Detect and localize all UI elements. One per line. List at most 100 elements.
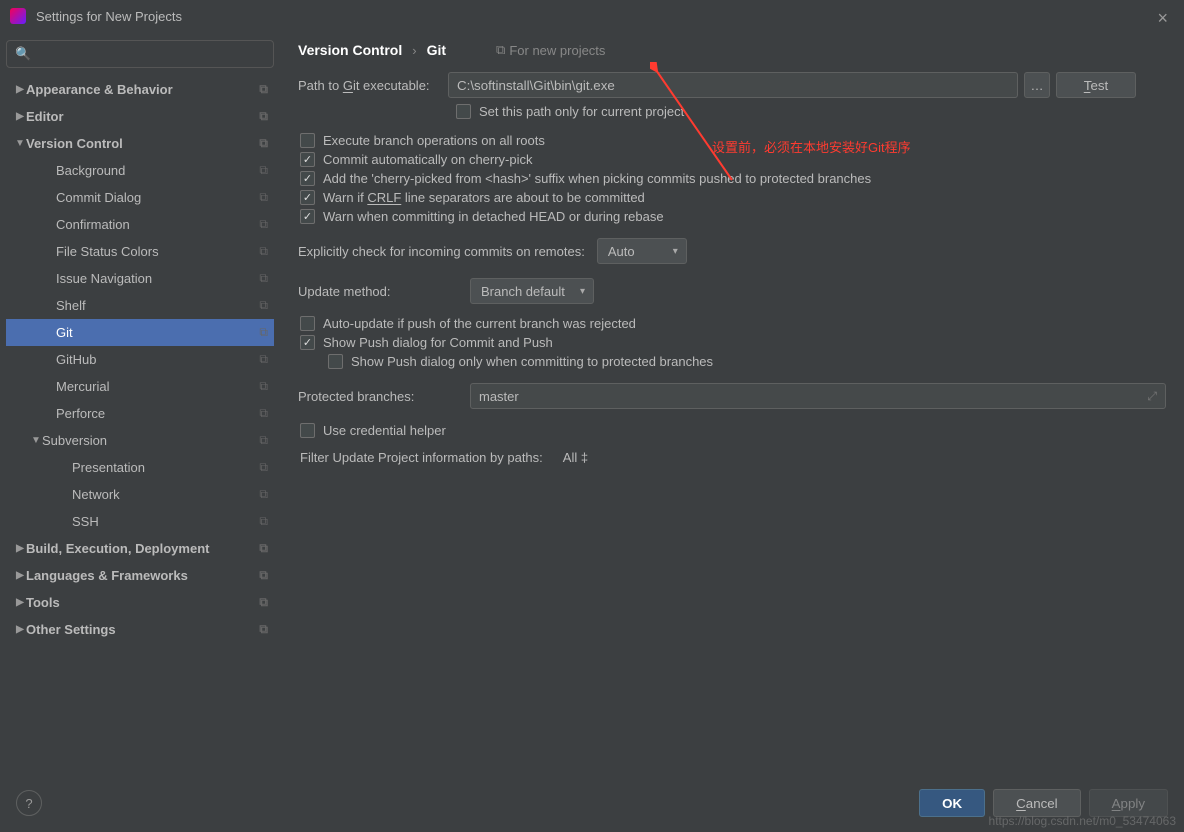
tree-arrow-icon: ▶ xyxy=(14,624,26,635)
warn-detached-checkbox[interactable] xyxy=(300,209,315,224)
show-push-dialog-checkbox[interactable] xyxy=(300,335,315,350)
git-path-input[interactable] xyxy=(448,72,1018,98)
sidebar-item-label: Confirmation xyxy=(56,217,259,232)
sidebar-item-editor[interactable]: ▶Editor⧉ xyxy=(6,103,274,130)
auto-update-push-label: Auto-update if push of the current branc… xyxy=(323,316,636,331)
copy-icon: ⧉ xyxy=(259,217,268,232)
sidebar-item-presentation[interactable]: Presentation⧉ xyxy=(6,454,274,481)
tree-arrow-icon: ▶ xyxy=(14,597,26,608)
sidebar-item-label: Editor xyxy=(26,109,259,124)
for-new-projects-badge: ⧉ For new projects xyxy=(496,42,605,58)
filter-paths-value[interactable]: All ‡ xyxy=(563,450,588,465)
expand-icon[interactable]: ⤢ xyxy=(1147,389,1157,404)
sidebar-item-shelf[interactable]: Shelf⧉ xyxy=(6,292,274,319)
exec-branch-roots-checkbox[interactable] xyxy=(300,133,315,148)
ok-button[interactable]: OK xyxy=(919,789,985,817)
sidebar-item-network[interactable]: Network⧉ xyxy=(6,481,274,508)
sidebar-item-label: Commit Dialog xyxy=(56,190,259,205)
tree-arrow-icon: ▼ xyxy=(14,138,26,149)
copy-icon: ⧉ xyxy=(259,136,268,151)
warn-crlf-label: Warn if CRLF line separators are about t… xyxy=(323,190,645,205)
sidebar-item-label: Perforce xyxy=(56,406,259,421)
help-button[interactable]: ? xyxy=(16,790,42,816)
sidebar-item-label: Appearance & Behavior xyxy=(26,82,259,97)
copy-icon: ⧉ xyxy=(259,352,268,367)
sidebar-item-label: GitHub xyxy=(56,352,259,367)
sidebar-item-label: Version Control xyxy=(26,136,259,151)
sidebar-item-subversion[interactable]: ▼Subversion⧉ xyxy=(6,427,274,454)
warn-detached-label: Warn when committing in detached HEAD or… xyxy=(323,209,664,224)
copy-icon: ⧉ xyxy=(259,406,268,421)
window-title: Settings for New Projects xyxy=(36,9,182,24)
explicit-check-select[interactable]: Auto xyxy=(597,238,687,264)
add-cherry-suffix-checkbox[interactable] xyxy=(300,171,315,186)
cancel-button[interactable]: Cancel xyxy=(993,789,1081,817)
show-push-protected-label: Show Push dialog only when committing to… xyxy=(351,354,713,369)
sidebar-item-label: SSH xyxy=(72,514,259,529)
sidebar-item-confirmation[interactable]: Confirmation⧉ xyxy=(6,211,274,238)
sidebar-item-background[interactable]: Background⧉ xyxy=(6,157,274,184)
credential-helper-label: Use credential helper xyxy=(323,423,446,438)
sidebar-item-git[interactable]: Git⧉ xyxy=(6,319,274,346)
sidebar-item-label: Tools xyxy=(26,595,259,610)
copy-icon: ⧉ xyxy=(259,433,268,448)
tree-arrow-icon: ▼ xyxy=(30,435,42,446)
sidebar-item-label: Network xyxy=(72,487,259,502)
copy-icon: ⧉ xyxy=(259,109,268,124)
sidebar-item-languages-frameworks[interactable]: ▶Languages & Frameworks⧉ xyxy=(6,562,274,589)
sidebar-item-github[interactable]: GitHub⧉ xyxy=(6,346,274,373)
auto-update-push-checkbox[interactable] xyxy=(300,316,315,331)
apply-button[interactable]: Apply xyxy=(1089,789,1168,817)
sidebar-item-appearance-behavior[interactable]: ▶Appearance & Behavior⧉ xyxy=(6,76,274,103)
sidebar-item-label: Presentation xyxy=(72,460,259,475)
commit-auto-cherry-checkbox[interactable] xyxy=(300,152,315,167)
credential-helper-checkbox[interactable] xyxy=(300,423,315,438)
search-input[interactable] xyxy=(35,47,265,62)
copy-icon: ⧉ xyxy=(259,163,268,178)
copy-icon: ⧉ xyxy=(259,595,268,610)
browse-button[interactable]: … xyxy=(1024,72,1050,98)
show-push-protected-checkbox[interactable] xyxy=(328,354,343,369)
set-path-only-label: Set this path only for current project xyxy=(479,104,684,119)
sidebar-item-label: Issue Navigation xyxy=(56,271,259,286)
sidebar-item-label: Background xyxy=(56,163,259,178)
app-icon xyxy=(10,8,26,24)
sidebar-item-label: Git xyxy=(56,325,259,340)
sidebar-item-version-control[interactable]: ▼Version Control⧉ xyxy=(6,130,274,157)
sidebar-item-label: Shelf xyxy=(56,298,259,313)
watermark: https://blog.csdn.net/m0_53474063 xyxy=(989,814,1176,828)
copy-icon: ⧉ xyxy=(259,541,268,556)
tree-arrow-icon: ▶ xyxy=(14,111,26,122)
show-push-dialog-label: Show Push dialog for Commit and Push xyxy=(323,335,553,350)
sidebar-item-ssh[interactable]: SSH⧉ xyxy=(6,508,274,535)
protected-branches-input[interactable]: master ⤢ xyxy=(470,383,1166,409)
copy-icon: ⧉ xyxy=(259,298,268,313)
breadcrumb-sep-icon: › xyxy=(412,43,416,58)
copy-icon: ⧉ xyxy=(259,460,268,475)
update-method-select[interactable]: Branch default xyxy=(470,278,594,304)
test-button[interactable]: Test xyxy=(1056,72,1136,98)
sidebar-item-file-status-colors[interactable]: File Status Colors⧉ xyxy=(6,238,274,265)
copy-icon: ⧉ xyxy=(259,379,268,394)
sidebar-item-perforce[interactable]: Perforce⧉ xyxy=(6,400,274,427)
protected-branches-label: Protected branches: xyxy=(298,389,458,404)
sidebar-item-label: Other Settings xyxy=(26,622,259,637)
sidebar-item-tools[interactable]: ▶Tools⧉ xyxy=(6,589,274,616)
sidebar-item-mercurial[interactable]: Mercurial⧉ xyxy=(6,373,274,400)
tree-arrow-icon: ▶ xyxy=(14,570,26,581)
sidebar-item-build-execution-deployment[interactable]: ▶Build, Execution, Deployment⧉ xyxy=(6,535,274,562)
search-field[interactable]: 🔍 xyxy=(6,40,274,68)
sidebar-item-commit-dialog[interactable]: Commit Dialog⧉ xyxy=(6,184,274,211)
sidebar-item-issue-navigation[interactable]: Issue Navigation⧉ xyxy=(6,265,274,292)
filter-paths-label: Filter Update Project information by pat… xyxy=(300,450,543,465)
breadcrumb-leaf: Git xyxy=(427,42,446,58)
close-icon[interactable]: × xyxy=(1157,8,1168,29)
for-new-projects-label: For new projects xyxy=(509,43,605,58)
sidebar-item-other-settings[interactable]: ▶Other Settings⧉ xyxy=(6,616,274,643)
warn-crlf-checkbox[interactable] xyxy=(300,190,315,205)
set-path-only-checkbox[interactable] xyxy=(456,104,471,119)
breadcrumb-root[interactable]: Version Control xyxy=(298,42,402,58)
explicit-check-label: Explicitly check for incoming commits on… xyxy=(298,244,585,259)
copy-icon: ⧉ xyxy=(259,568,268,583)
sidebar-item-label: Build, Execution, Deployment xyxy=(26,541,259,556)
